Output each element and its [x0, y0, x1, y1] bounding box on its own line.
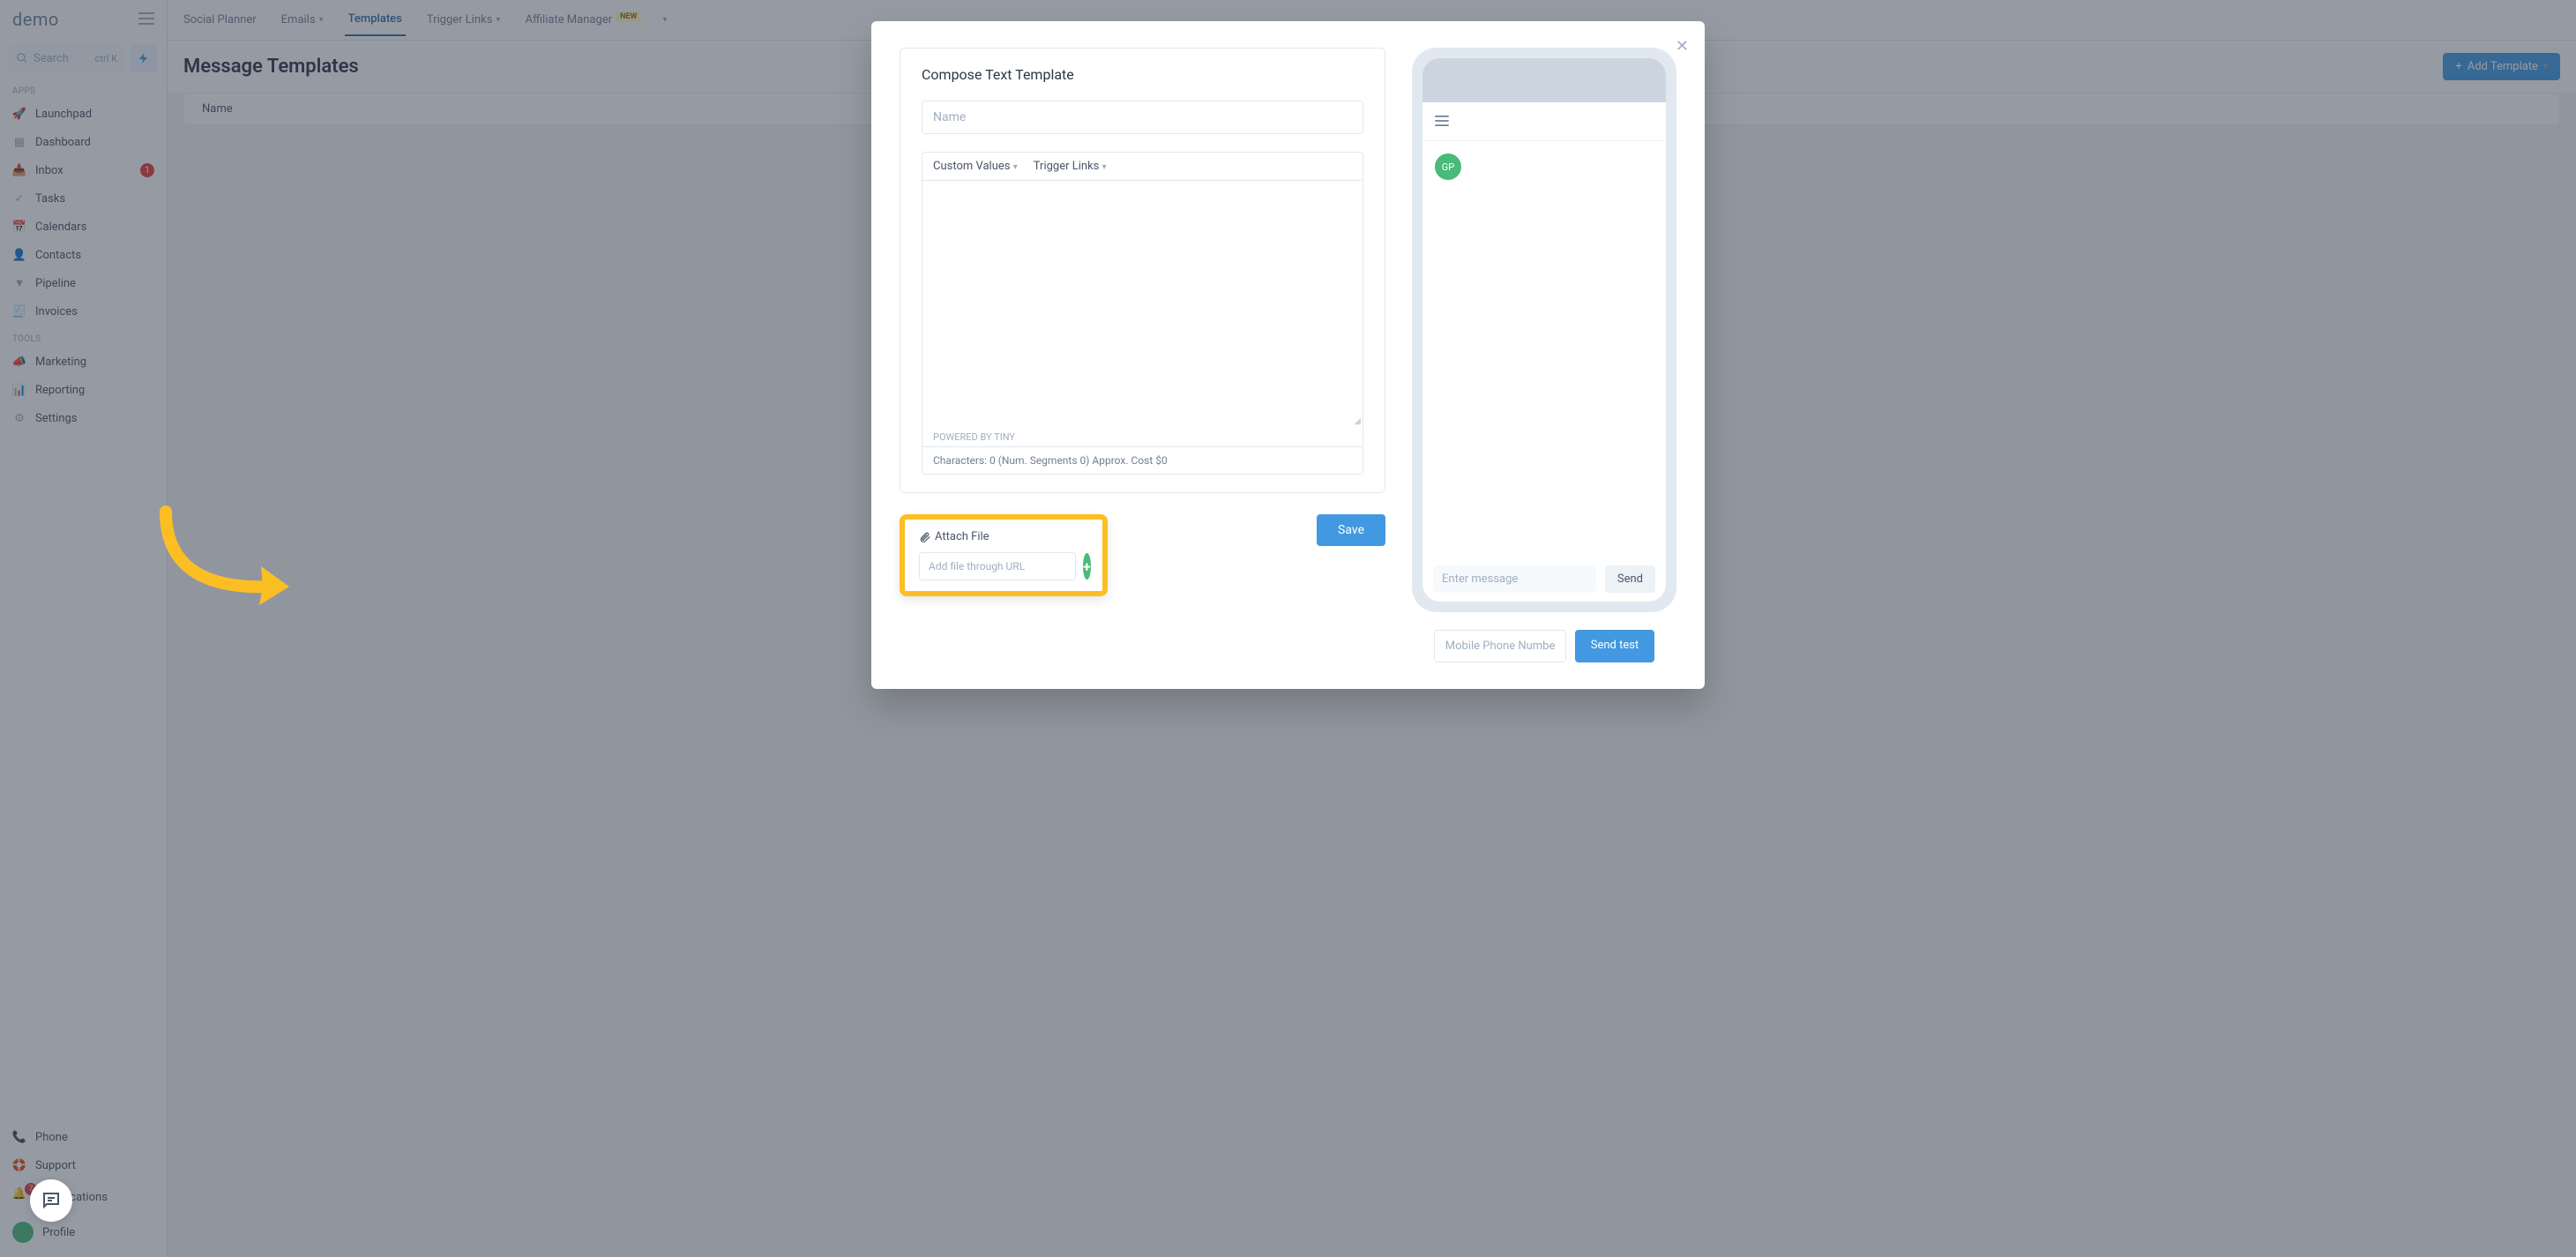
editor: Custom Values ▾ Trigger Links ▾ ◢ POWERE… [922, 152, 1363, 475]
phone-preview: GP Enter message Send [1412, 48, 1676, 612]
template-name-input[interactable] [922, 101, 1363, 134]
help-chat-button[interactable] [30, 1179, 72, 1222]
attach-file-section: Attach File + [900, 514, 1108, 596]
save-button[interactable]: Save [1317, 514, 1385, 546]
modal-overlay: ✕ Compose Text Template Custom Values ▾ … [0, 0, 2576, 1257]
hamburger-icon [1435, 116, 1449, 126]
phone-message-input[interactable]: Enter message [1433, 565, 1596, 593]
plus-icon: + [1083, 558, 1091, 575]
add-file-button[interactable]: + [1083, 553, 1091, 580]
paperclip-icon [919, 531, 931, 543]
powered-by: POWERED BY TINY [922, 428, 1363, 447]
compose-modal: ✕ Compose Text Template Custom Values ▾ … [871, 21, 1705, 689]
character-count: Characters: 0 (Num. Segments 0) Approx. … [922, 447, 1363, 474]
chevron-down-icon: ▾ [1102, 162, 1107, 172]
phone-menu-icon [1422, 102, 1666, 141]
mobile-number-input[interactable] [1434, 630, 1566, 662]
phone-send-button[interactable]: Send [1605, 565, 1655, 593]
chat-icon [41, 1190, 62, 1211]
resize-handle-icon[interactable]: ◢ [1354, 416, 1361, 426]
editor-textarea[interactable]: ◢ [922, 181, 1363, 428]
file-url-input[interactable] [919, 552, 1076, 580]
preview-column: GP Enter message Send Send test [1412, 48, 1676, 662]
send-test-button[interactable]: Send test [1575, 630, 1654, 662]
modal-title: Compose Text Template [922, 66, 1363, 83]
attach-file-label: Attach File [919, 530, 1088, 543]
message-avatar: GP [1435, 153, 1461, 180]
close-button[interactable]: ✕ [1676, 37, 1689, 56]
trigger-links-dropdown[interactable]: Trigger Links ▾ [1034, 160, 1107, 173]
custom-values-dropdown[interactable]: Custom Values ▾ [933, 160, 1018, 173]
chevron-down-icon: ▾ [1013, 162, 1018, 172]
